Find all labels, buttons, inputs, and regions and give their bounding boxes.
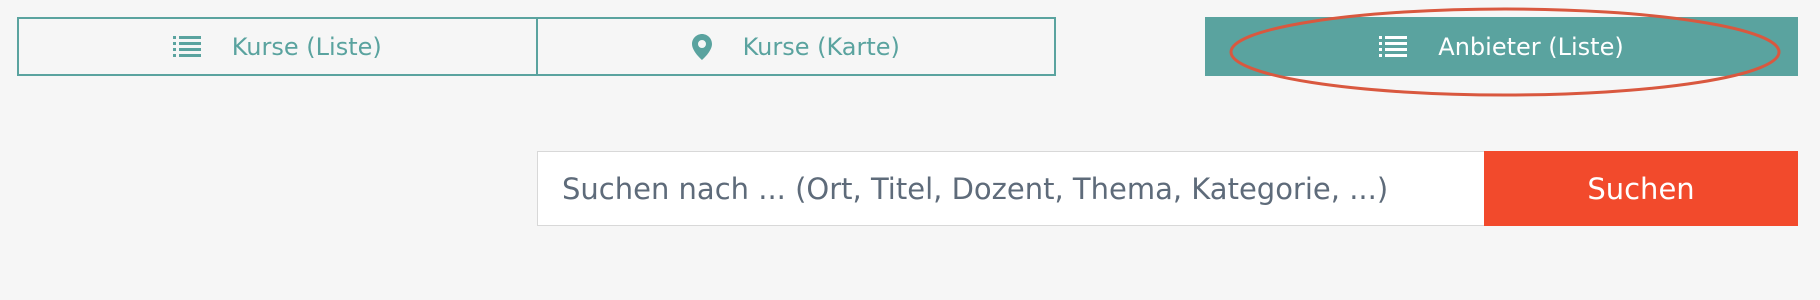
search-button[interactable]: Suchen [1484, 151, 1798, 226]
tab-courses-list[interactable]: Kurse (Liste) [19, 19, 536, 74]
search-bar: Suchen [537, 151, 1798, 226]
providers-list-button[interactable]: Anbieter (Liste) [1205, 17, 1798, 76]
tab-courses-map[interactable]: Kurse (Karte) [535, 19, 1055, 74]
map-pin-icon [691, 33, 712, 60]
tab-courses-map-label: Kurse (Karte) [742, 32, 900, 61]
providers-list-label: Anbieter (Liste) [1438, 32, 1624, 61]
view-tabs: Kurse (Liste) Kurse (Karte) [17, 17, 1056, 76]
search-input[interactable] [537, 151, 1484, 226]
list-icon [1379, 35, 1408, 59]
tab-courses-list-label: Kurse (Liste) [231, 32, 382, 61]
list-icon [172, 35, 201, 59]
